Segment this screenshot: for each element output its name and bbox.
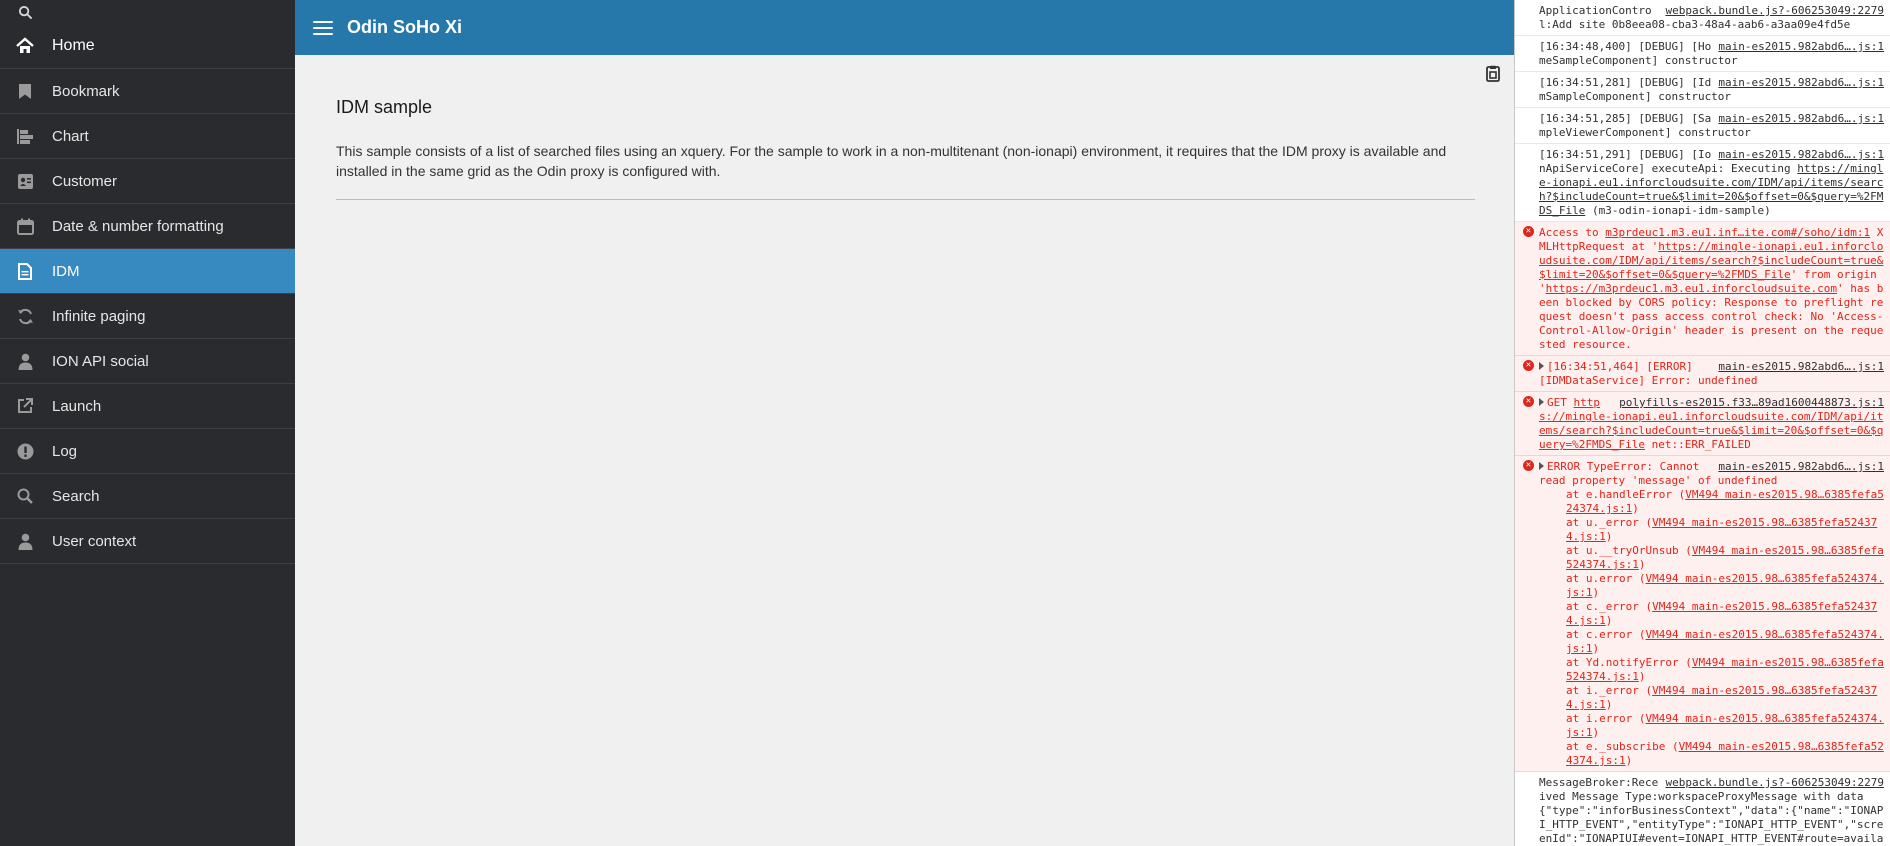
search-icon — [16, 487, 34, 505]
sidebar-item-home[interactable]: Home — [0, 24, 295, 69]
app-title: Odin SoHo Xi — [347, 17, 462, 37]
console-source-link[interactable]: polyfills-es2015.f33…89ad1600448873.js:1 — [1619, 396, 1884, 410]
stack-frame: at u.error (VM494 main-es2015.98…6385fef… — [1566, 572, 1884, 599]
sidebar-item-label: Infinite paging — [52, 307, 146, 325]
console-source-link[interactable]: main-es2015.982abd6….js:1 — [1718, 76, 1884, 90]
launch-icon — [16, 397, 34, 415]
error-icon: ✕ — [1523, 360, 1534, 371]
alert-icon — [16, 442, 34, 460]
expand-triangle-icon[interactable] — [1539, 462, 1544, 470]
console-source-link[interactable]: main-es2015.982abd6….js:1 — [1718, 460, 1884, 474]
sidebar-item-chart[interactable]: Chart — [0, 114, 295, 159]
sidebar-item-customer[interactable]: Customer — [0, 159, 295, 204]
console-message: [16:34:51,281] [DEBUG] [IdmSampleCompone… — [1539, 76, 1732, 103]
home-icon — [16, 37, 34, 55]
customer-card-icon — [16, 172, 34, 190]
sidebar-item-search[interactable]: Search — [0, 474, 295, 519]
console-error-entry: ✕ polyfills-es2015.f33…89ad1600448873.js… — [1515, 392, 1890, 456]
person-icon — [16, 352, 34, 370]
error-icon: ✕ — [1523, 460, 1534, 471]
devtools-console: webpack.bundle.js?-606253049:2279 Applic… — [1515, 0, 1890, 846]
console-log-entry: webpack.bundle.js?-606253049:2279 Applic… — [1515, 0, 1890, 36]
sidebar: Home Bookmark Chart Customer Date & numb… — [0, 0, 295, 846]
sidebar-item-user-context[interactable]: User context — [0, 519, 295, 564]
stack-frame: at Yd.notifyError (VM494 main-es2015.98…… — [1566, 656, 1884, 683]
console-message: Access to — [1539, 226, 1606, 239]
console-log-entry: main-es2015.982abd6….js:1 [16:34:51,285]… — [1515, 108, 1890, 144]
search-icon — [18, 5, 33, 19]
divider — [336, 199, 1475, 200]
sidebar-item-bookmark[interactable]: Bookmark — [0, 69, 295, 114]
console-message: GET — [1547, 396, 1574, 409]
calendar-icon — [16, 217, 34, 235]
console-source-link[interactable]: main-es2015.982abd6….js:1 — [1718, 112, 1884, 126]
menu-icon[interactable] — [313, 20, 333, 35]
sidebar-item-label: Search — [52, 487, 100, 505]
console-url-link[interactable]: https://m3prdeuc1.m3.eu1.inforcloudsuite… — [1546, 282, 1837, 295]
sidebar-item-label: IDM — [52, 262, 80, 280]
stack-frame: at i._error (VM494 main-es2015.98…6385fe… — [1566, 684, 1878, 711]
sidebar-item-label: Launch — [52, 397, 102, 415]
console-log-entry: main-es2015.982abd6….js:1 [16:34:51,281]… — [1515, 72, 1890, 108]
sidebar-item-label: Customer — [52, 172, 118, 190]
console-message: net::ERR_FAILED — [1644, 438, 1751, 451]
expand-triangle-icon[interactable] — [1539, 398, 1544, 406]
copy-icon[interactable] — [1484, 65, 1502, 83]
sidebar-item-label: User context — [52, 532, 137, 550]
sidebar-item-launch[interactable]: Launch — [0, 384, 295, 429]
sidebar-item-label: Bookmark — [52, 82, 120, 100]
sidebar-item-label: Date & number formatting — [52, 217, 224, 235]
bookmark-icon — [16, 82, 34, 100]
stack-frame: at c._error (VM494 main-es2015.98…6385fe… — [1566, 600, 1878, 627]
main-content: IDM sample This sample consists of a lis… — [295, 55, 1514, 846]
stack-frame: at u.__tryOrUnsub (VM494 main-es2015.98…… — [1566, 544, 1884, 571]
console-source-link[interactable]: webpack.bundle.js?-606253049:2279 — [1665, 776, 1884, 790]
console-source-link[interactable]: m3prdeuc1.m3.eu1.inf…ite.com#/soho/idm:1 — [1605, 226, 1870, 239]
sidebar-item-log[interactable]: Log — [0, 429, 295, 474]
page-description: This sample consists of a list of search… — [336, 143, 1447, 179]
sidebar-item-date-number-formatting[interactable]: Date & number formatting — [0, 204, 295, 249]
sidebar-item-label: Home — [52, 37, 95, 54]
error-icon: ✕ — [1523, 396, 1534, 407]
console-source-link[interactable]: main-es2015.982abd6….js:1 — [1718, 40, 1884, 54]
sidebar-item-label: Chart — [52, 127, 89, 145]
console-source-link[interactable]: main-es2015.982abd6….js:1 — [1718, 148, 1884, 162]
stack-frame: at c.error (VM494 main-es2015.98…6385fef… — [1566, 628, 1884, 655]
stack-frame: at u._error (VM494 main-es2015.98…6385fe… — [1566, 516, 1878, 543]
document-icon — [16, 262, 34, 280]
console-source-link[interactable]: webpack.bundle.js?-606253049:2279 — [1665, 4, 1884, 18]
sidebar-item-label: ION API social — [52, 352, 149, 370]
console-message: [16:34:48,400] [DEBUG] [HomeSampleCompon… — [1539, 40, 1738, 67]
sidebar-item-label: Log — [52, 442, 78, 460]
stack-frame: at e.handleError (VM494 main-es2015.98…6… — [1566, 488, 1884, 515]
console-source-link[interactable]: main-es2015.982abd6….js:1 — [1718, 360, 1884, 374]
console-message: (m3-odin-ionapi-idm-sample) — [1585, 204, 1771, 217]
stack-frame: at i.error (VM494 main-es2015.98…6385fef… — [1566, 712, 1884, 739]
expand-triangle-icon[interactable] — [1539, 362, 1544, 370]
sidebar-item-idm[interactable]: IDM — [0, 249, 295, 294]
stack-frame: at e._subscribe (VM494 main-es2015.98…63… — [1566, 740, 1884, 767]
console-log-entry: main-es2015.982abd6….js:1 [16:34:51,291]… — [1515, 144, 1890, 222]
person-icon — [16, 532, 34, 550]
console-log-entry: main-es2015.982abd6….js:1 [16:34:48,400]… — [1515, 36, 1890, 72]
console-error-entry: ✕ Access to m3prdeuc1.m3.eu1.inf…ite.com… — [1515, 222, 1890, 356]
app-header: Odin SoHo Xi — [295, 0, 1514, 55]
console-error-entry: ✕ main-es2015.982abd6….js:1 ERROR TypeEr… — [1515, 456, 1890, 772]
refresh-icon — [16, 307, 34, 325]
console-error-entry: ✕ main-es2015.982abd6….js:1 [16:34:51,46… — [1515, 356, 1890, 392]
console-log-entry: webpack.bundle.js?-606253049:2279 Messag… — [1515, 772, 1890, 846]
sidebar-item-ion-api-social[interactable]: ION API social — [0, 339, 295, 384]
page-title: IDM sample — [336, 97, 433, 117]
chart-icon — [16, 127, 34, 145]
sidebar-item-infinite-paging[interactable]: Infinite paging — [0, 294, 295, 339]
sidebar-search[interactable] — [0, 0, 295, 24]
error-icon: ✕ — [1523, 226, 1534, 237]
